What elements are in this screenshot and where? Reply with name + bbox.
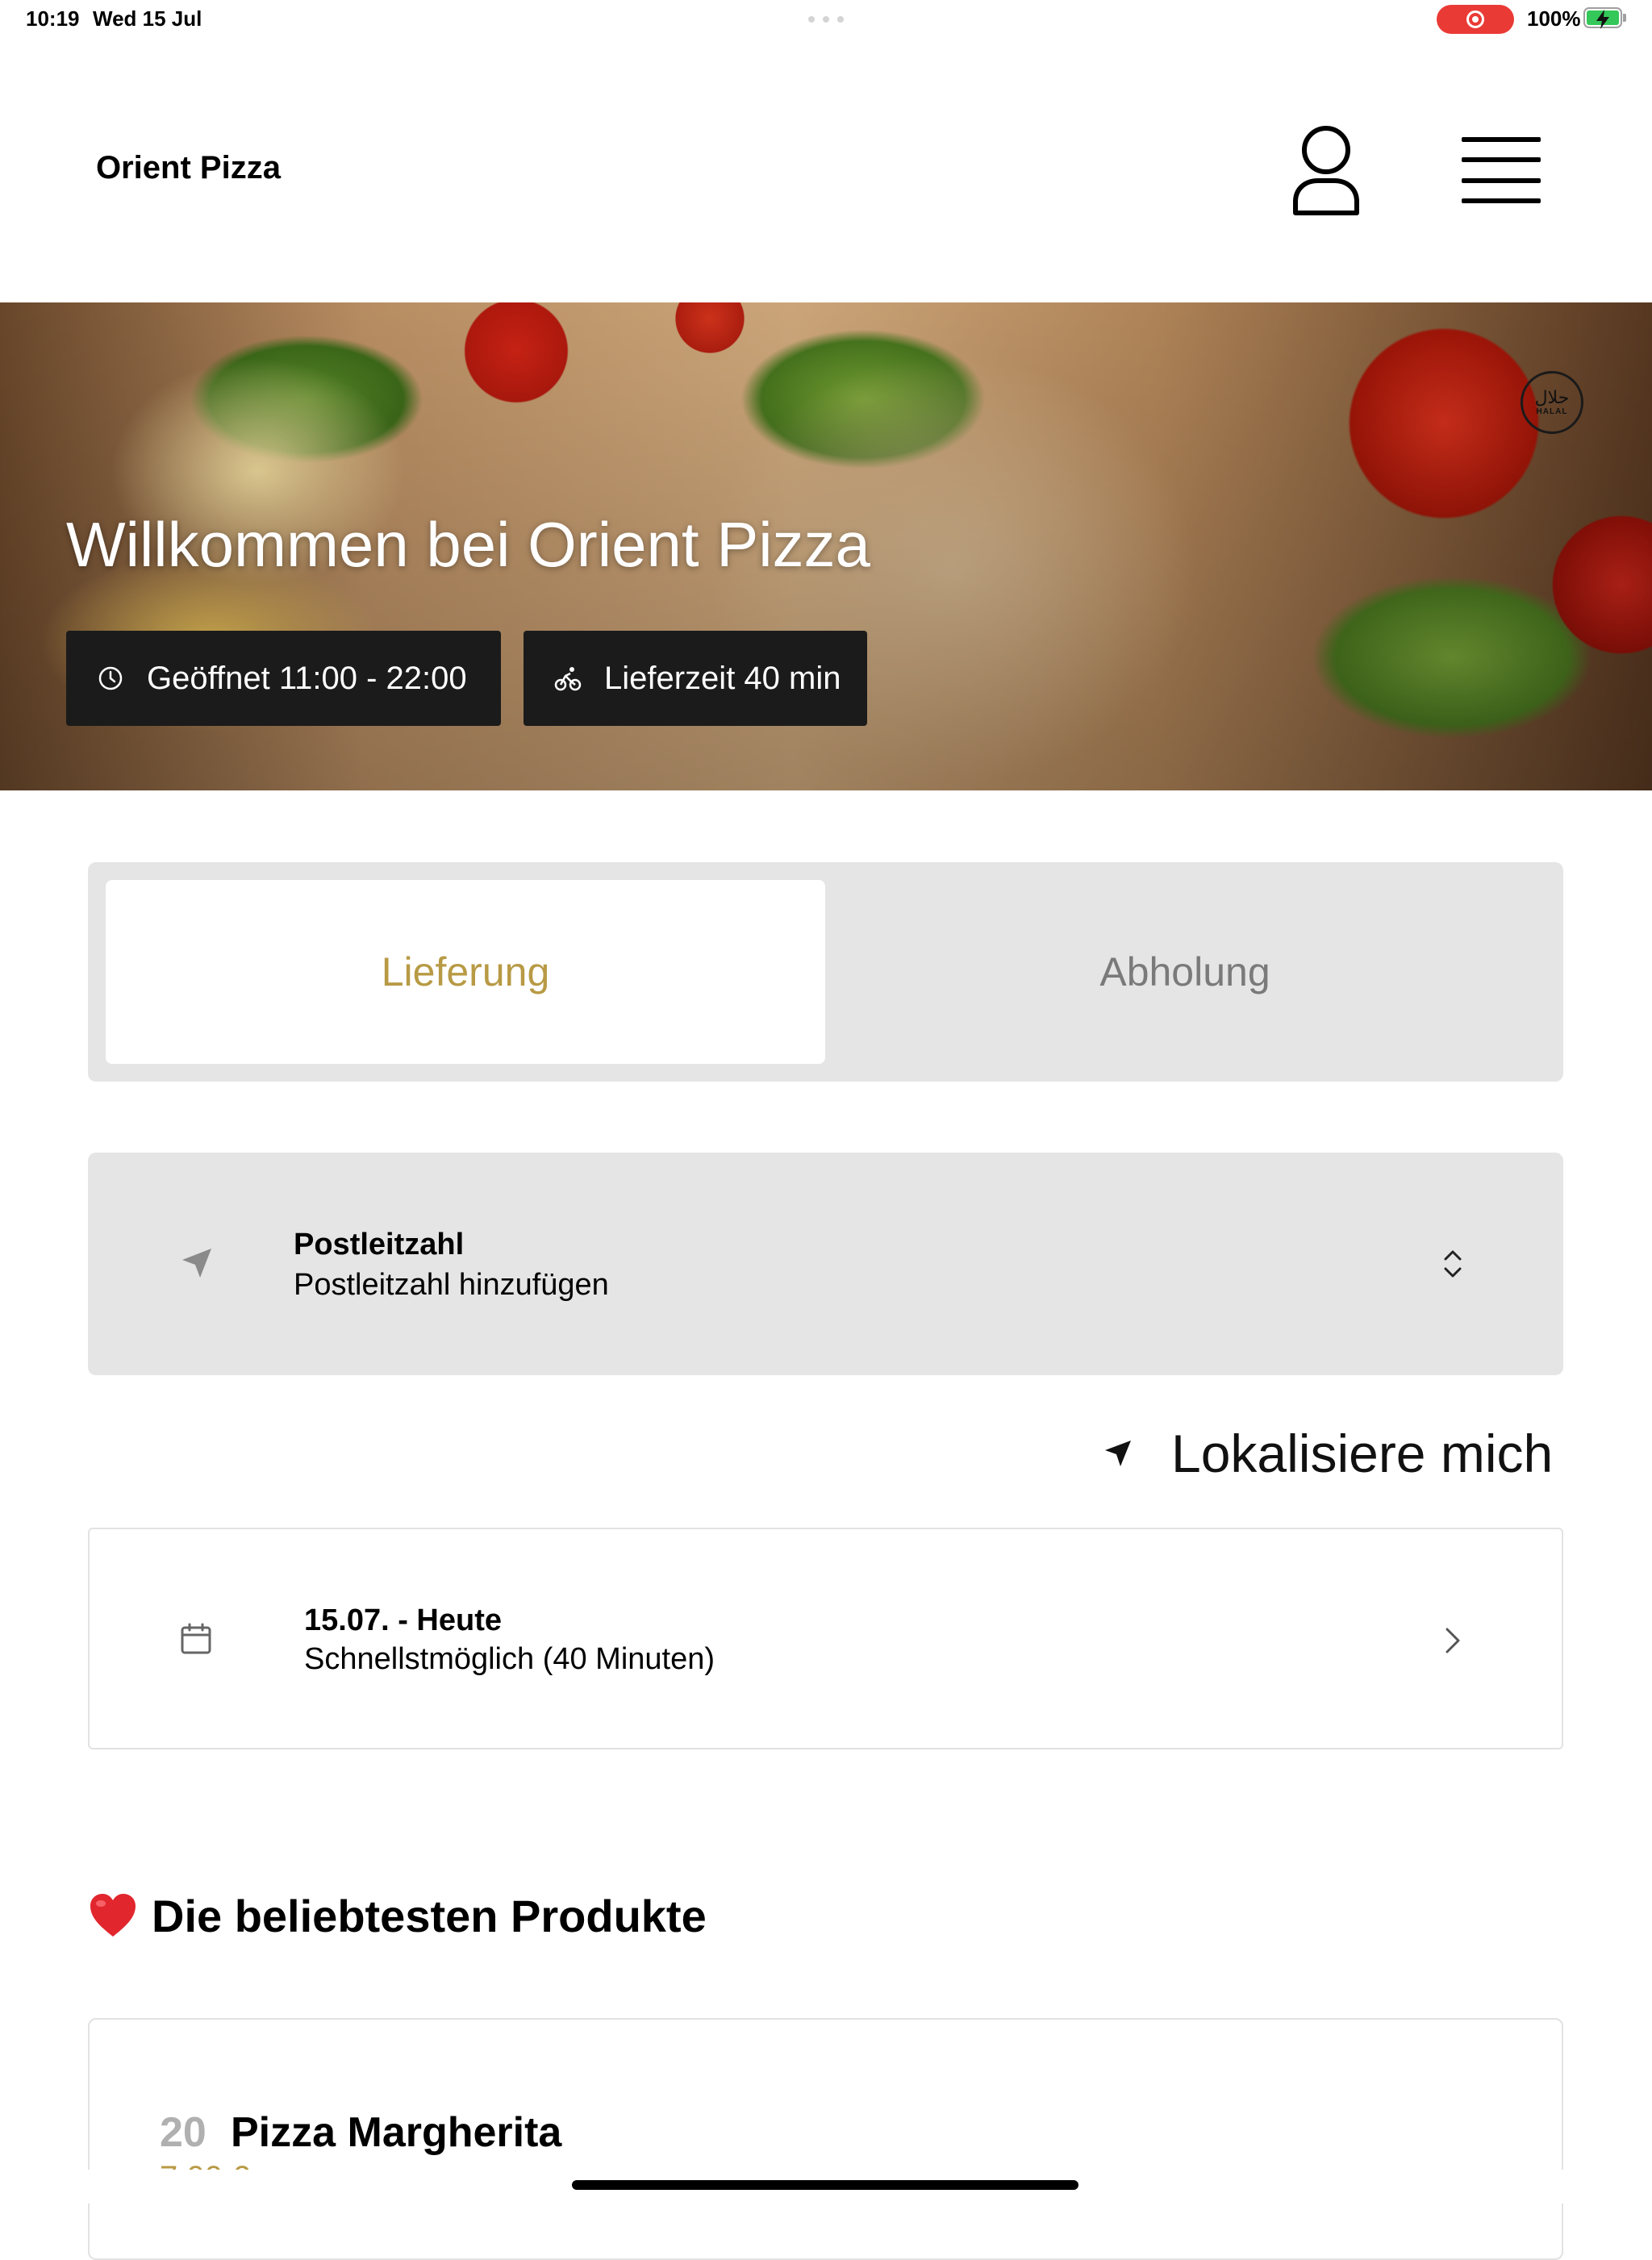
heart-icon: [88, 1891, 138, 1940]
screen-recording-icon[interactable]: [1437, 5, 1514, 34]
opening-hours-text: Geöffnet 11:00 - 22:00: [147, 660, 467, 696]
delivery-date-selector[interactable]: [88, 1528, 1563, 1749]
battery-percent: 100%: [1527, 6, 1581, 31]
postcode-label: Postleitzahl: [294, 1228, 465, 1261]
product-number: 20: [160, 2109, 206, 2156]
clock-icon: [97, 665, 124, 692]
bicycle-icon: [554, 665, 582, 692]
hero-title: Willkommen bei Orient Pizza: [66, 509, 870, 580]
section-title-popular: Die beliebtesten Produkte: [152, 1891, 707, 1941]
opening-hours-badge: Geöffnet 11:00 - 22:00: [66, 631, 501, 726]
status-time: 10:19: [26, 6, 80, 31]
chevron-up-down-icon: [1439, 1246, 1466, 1282]
battery-cap: [1623, 14, 1626, 22]
chevron-right-icon: [1444, 1626, 1462, 1655]
battery-icon: [1583, 7, 1622, 29]
postcode-selector[interactable]: [88, 1153, 1563, 1375]
delivery-date-subtitle: Schnellstmöglich (40 Minuten): [304, 1642, 715, 1676]
delivery-time-badge: Lieferzeit 40 min: [524, 631, 867, 726]
product-name: Pizza Margherita: [231, 2109, 562, 2156]
calendar-icon: [179, 1622, 213, 1656]
multitasking-dots[interactable]: [808, 16, 844, 23]
location-arrow-icon: [1103, 1439, 1133, 1468]
home-indicator[interactable]: [572, 2180, 1078, 2190]
delivery-time-text: Lieferzeit 40 min: [604, 660, 841, 696]
tab-delivery[interactable]: Lieferung: [106, 880, 825, 1064]
halal-badge-icon: حلال HALAL: [1521, 371, 1583, 434]
locate-me-button[interactable]: Lokalisiere mich: [1103, 1421, 1553, 1486]
status-date: Wed 15 Jul: [93, 6, 202, 31]
locate-me-label: Lokalisiere mich: [1171, 1424, 1554, 1483]
delivery-date-title: 15.07. - Heute: [304, 1603, 502, 1637]
location-arrow-icon: [181, 1247, 213, 1279]
brand-name[interactable]: Orient Pizza: [96, 150, 281, 186]
postcode-placeholder[interactable]: Postleitzahl hinzufügen: [294, 1268, 609, 1303]
hamburger-menu-icon[interactable]: [1462, 137, 1541, 203]
tab-pickup[interactable]: Abholung: [825, 880, 1545, 1064]
user-icon[interactable]: [1289, 124, 1363, 218]
